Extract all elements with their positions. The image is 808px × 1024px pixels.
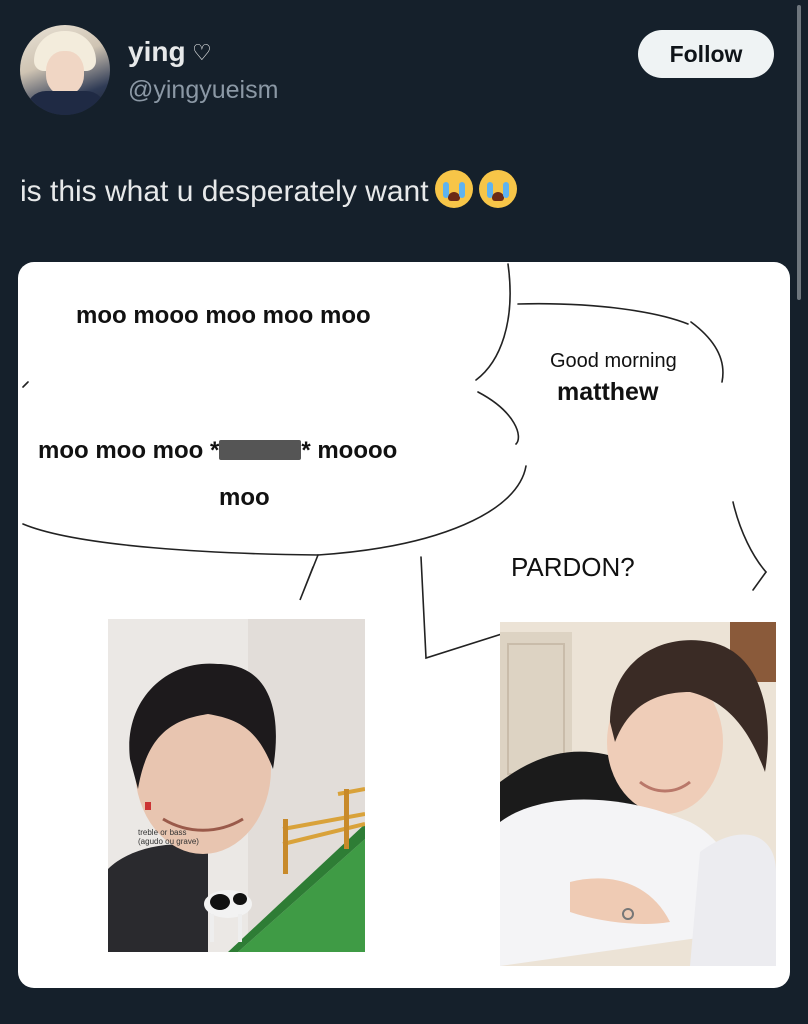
crying-face-emoji-icon — [434, 170, 473, 208]
overlay-caption-1: treble or bass — [138, 828, 187, 837]
tweet-header: ying ♡ @yingyueism Follow — [0, 0, 808, 130]
display-name[interactable]: ying — [128, 36, 186, 68]
avatar-coat — [26, 91, 106, 115]
moo-line-2b: * moooo — [301, 437, 398, 464]
moo-line-2: moo moo moo * * moooo — [38, 437, 397, 465]
user-handle[interactable]: @yingyueism — [128, 76, 278, 105]
censor-bar — [219, 440, 302, 460]
media-card[interactable]: moo mooo moo moo moo moo moo moo * * mooo… — [18, 262, 790, 988]
reply-line-2: matthew — [557, 378, 659, 406]
heart-icon: ♡ — [192, 40, 212, 65]
moo-line-3: moo — [219, 484, 270, 511]
avatar[interactable] — [20, 25, 110, 115]
moo-line-1: moo mooo moo moo moo — [76, 302, 371, 329]
crying-face-emoji-icon — [478, 170, 517, 208]
overlay-caption-2: (agudo ou grave) — [138, 837, 199, 846]
photo-left-art — [108, 619, 365, 952]
overlay-caption: treble or bass (agudo ou grave) — [138, 828, 199, 846]
scrollbar[interactable] — [797, 5, 801, 300]
photo-right — [500, 622, 776, 966]
reply-line-1: Good morning — [550, 350, 677, 372]
tweet-text: is this what u desperately want — [20, 170, 517, 209]
moo-line-2a: moo moo moo * — [38, 437, 220, 464]
follow-button[interactable]: Follow — [638, 30, 774, 78]
tweet-body: is this what u desperately want — [20, 175, 429, 208]
photo-right-art — [500, 622, 776, 966]
avatar-face — [46, 51, 84, 95]
pardon-text: PARDON? — [511, 552, 635, 582]
photo-left: treble or bass (agudo ou grave) — [108, 619, 365, 952]
